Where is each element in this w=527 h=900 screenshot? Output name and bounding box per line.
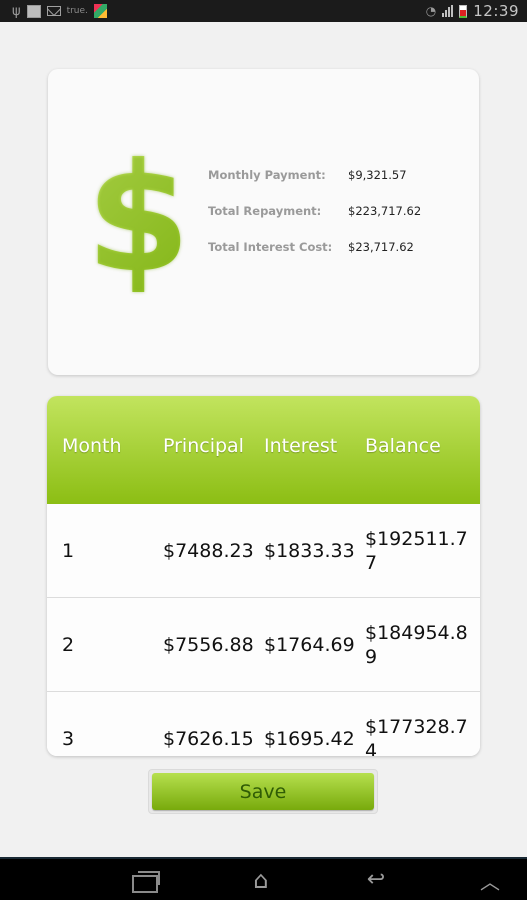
cell-balance: $177328.74 [365, 715, 468, 757]
home-icon[interactable]: ⌂ [243, 867, 279, 893]
summary-list: Monthly Payment: $9,321.57 Total Repayme… [208, 157, 421, 265]
summary-label: Total Interest Cost: [208, 240, 333, 254]
amortization-table[interactable]: Month Principal Interest Balance 1 $7488… [47, 396, 480, 756]
summary-value: $23,717.62 [348, 240, 414, 254]
table-row: 3 $7626.15 $1695.42 $177328.74 [47, 692, 480, 756]
cell-balance: $184954.89 [365, 621, 468, 668]
cell-interest: $1833.33 [264, 539, 355, 562]
summary-card: $ Monthly Payment: $9,321.57 Total Repay… [48, 69, 479, 375]
notification-text: true. [66, 6, 88, 16]
navigation-bar: ⌂ ↩ ︿ [0, 857, 527, 900]
header-month: Month [62, 435, 122, 457]
table-row: 2 $7556.88 $1764.69 $184954.89 [47, 598, 480, 692]
summary-label: Total Repayment: [208, 204, 322, 218]
summary-row-monthly-payment: Monthly Payment: $9,321.57 [208, 157, 421, 193]
summary-value: $223,717.62 [348, 204, 422, 218]
usb-icon: ψ [12, 3, 21, 19]
cell-balance: $192511.77 [365, 527, 468, 574]
dollar-icon: $ [86, 132, 191, 306]
recent-apps-icon[interactable] [128, 867, 164, 893]
status-bar: ψ true. ◔ 12:39 [0, 0, 527, 22]
app-icon [93, 4, 107, 18]
mail-icon [46, 6, 61, 16]
summary-row-total-repayment: Total Repayment: $223,717.62 [208, 193, 421, 229]
signal-icon [442, 5, 454, 17]
cell-principal: $7488.23 [163, 539, 254, 562]
header-interest: Interest [264, 435, 338, 457]
header-principal: Principal [163, 435, 244, 457]
clock: 12:39 [473, 2, 519, 20]
cell-principal: $7556.88 [163, 633, 254, 656]
header-balance: Balance [365, 435, 441, 457]
save-button-frame: Save [148, 769, 378, 814]
cell-month: 2 [62, 633, 75, 656]
cell-interest: $1764.69 [264, 633, 355, 656]
cell-month: 3 [62, 727, 75, 750]
wifi-icon: ◔ [425, 4, 437, 18]
save-button[interactable]: Save [152, 773, 374, 810]
cell-interest: $1695.42 [264, 727, 355, 750]
summary-value: $9,321.57 [348, 168, 407, 182]
cell-month: 1 [62, 539, 75, 562]
table-header: Month Principal Interest Balance [47, 396, 480, 504]
table-body[interactable]: 1 $7488.23 $1833.33 $192511.77 2 $7556.8… [47, 504, 480, 756]
summary-label: Monthly Payment: [208, 168, 326, 182]
back-icon[interactable]: ↩ [358, 867, 394, 893]
battery-icon [459, 4, 468, 18]
cell-principal: $7626.15 [163, 727, 254, 750]
summary-row-total-interest: Total Interest Cost: $23,717.62 [208, 229, 421, 265]
gallery-icon [26, 4, 41, 18]
table-row: 1 $7488.23 $1833.33 $192511.77 [47, 504, 480, 598]
menu-up-icon[interactable]: ︿ [472, 867, 508, 894]
